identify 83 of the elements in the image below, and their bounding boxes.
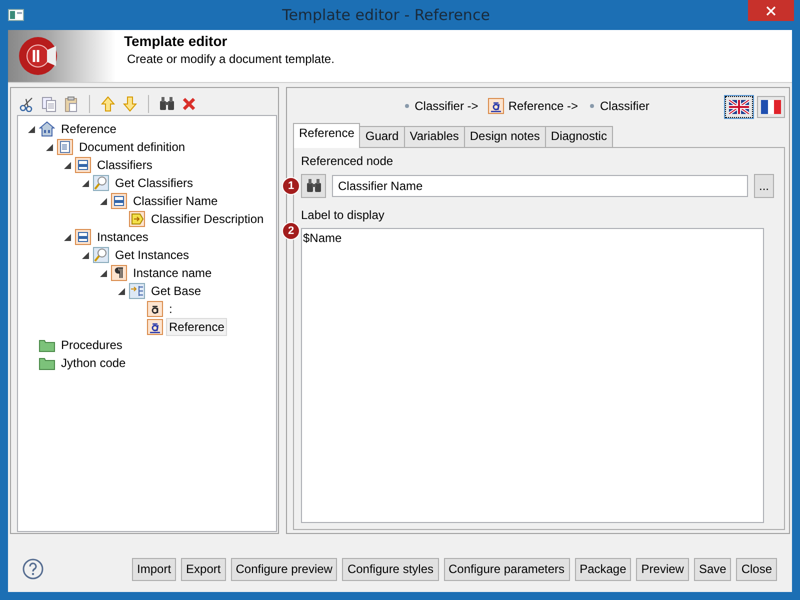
step-marker: 1 xyxy=(282,177,300,195)
dialog-button[interactable]: Preview xyxy=(636,558,689,580)
tree-item[interactable]: Instance name xyxy=(130,264,215,282)
tree-item[interactable]: Document definition xyxy=(76,138,188,156)
close-button[interactable] xyxy=(748,0,794,21)
delete-icon[interactable] xyxy=(181,96,197,112)
dialog-button[interactable]: Configure parameters xyxy=(444,558,570,580)
printer-icon xyxy=(75,229,91,245)
dialog-button[interactable]: Package xyxy=(574,558,632,580)
tree-item[interactable]: Reference xyxy=(58,120,120,138)
arrow-in-icon xyxy=(129,211,145,227)
tab[interactable]: Reference xyxy=(293,123,360,148)
france-flag-icon xyxy=(761,100,781,114)
clipboard-icon[interactable] xyxy=(63,96,79,112)
tree-item[interactable]: : xyxy=(166,300,176,318)
expanded-icon[interactable] xyxy=(100,270,106,276)
binoculars-icon[interactable] xyxy=(159,96,175,112)
tree-item[interactable]: Classifier Description xyxy=(148,210,267,228)
tree-item[interactable]: Reference xyxy=(166,318,228,336)
tree-item[interactable]: Get Base xyxy=(148,282,204,300)
expanded-icon[interactable] xyxy=(28,126,34,132)
scissors-icon[interactable] xyxy=(19,96,35,112)
text-area[interactable]: $Name xyxy=(301,228,764,523)
field-label: Referenced node xyxy=(301,154,394,170)
breadcrumb-item[interactable]: Reference -> xyxy=(508,99,578,113)
expanded-icon[interactable] xyxy=(82,180,88,186)
uk-flag-icon xyxy=(729,100,749,114)
copy-icon[interactable] xyxy=(41,96,57,112)
dot-icon xyxy=(588,102,596,110)
step-marker: 2 xyxy=(282,222,300,240)
dialog-button[interactable]: Save xyxy=(694,558,732,580)
tree-item[interactable]: Procedures xyxy=(58,336,126,354)
expanded-icon[interactable] xyxy=(82,252,88,258)
magnifier-icon xyxy=(93,175,109,191)
tree-item[interactable]: Get Classifiers xyxy=(112,174,196,192)
tree-item[interactable]: Get Instances xyxy=(112,246,192,264)
folder-icon xyxy=(39,355,55,371)
letter-a-icon xyxy=(488,98,504,114)
window-title: Template editor - Reference xyxy=(281,6,491,24)
binoculars-icon[interactable] xyxy=(306,178,322,194)
tree-item[interactable]: Classifier Name xyxy=(130,192,221,210)
dot-icon xyxy=(402,102,411,110)
printer-icon xyxy=(75,157,91,173)
dialog-button[interactable]: Configure preview xyxy=(230,558,338,580)
tree-item[interactable]: Jython code xyxy=(58,354,129,372)
field-label: Label to display xyxy=(301,208,386,224)
expanded-icon[interactable] xyxy=(100,198,106,204)
dialog-button[interactable]: Export xyxy=(181,558,226,580)
dialog-button[interactable]: Configure styles xyxy=(342,558,438,580)
hierarchy-icon xyxy=(129,283,145,299)
tree-item[interactable]: Instances xyxy=(94,228,152,246)
close-icon xyxy=(766,6,776,16)
browse-button[interactable]: ... xyxy=(754,174,774,198)
app-icon xyxy=(8,9,24,21)
pilcrow-icon xyxy=(111,265,127,281)
expanded-icon[interactable] xyxy=(64,162,70,168)
tab[interactable]: Design notes xyxy=(464,126,546,148)
folder-icon xyxy=(39,337,55,353)
tab[interactable]: Variables xyxy=(404,126,465,148)
tree-item[interactable]: Classifiers xyxy=(94,156,156,174)
language-button[interactable] xyxy=(725,96,753,118)
expanded-icon[interactable] xyxy=(64,234,70,240)
dialog-button[interactable]: Close xyxy=(736,558,777,580)
tab[interactable]: Diagnostic xyxy=(544,126,613,148)
expanded-icon[interactable] xyxy=(118,288,124,294)
dialog-button[interactable]: Import xyxy=(132,558,176,580)
magnifier-icon xyxy=(93,247,109,263)
printer-icon xyxy=(111,193,127,209)
input-field[interactable]: Classifier Name xyxy=(332,175,748,197)
building-icon xyxy=(39,121,55,137)
find-button[interactable] xyxy=(301,174,326,198)
language-button[interactable] xyxy=(757,96,785,118)
logo-icon xyxy=(18,36,58,76)
expanded-icon[interactable] xyxy=(46,144,52,150)
breadcrumb-item[interactable]: Classifier xyxy=(600,99,650,113)
help-icon[interactable] xyxy=(22,558,44,580)
header-subtitle: Create or modify a document template. xyxy=(126,52,334,66)
breadcrumb-item[interactable]: Classifier -> xyxy=(414,99,478,113)
letter-a-icon xyxy=(147,319,163,335)
document-icon xyxy=(57,139,73,155)
letter-a-icon xyxy=(147,301,163,317)
tab[interactable]: Guard xyxy=(359,126,405,148)
header-title: Template editor xyxy=(124,33,228,49)
